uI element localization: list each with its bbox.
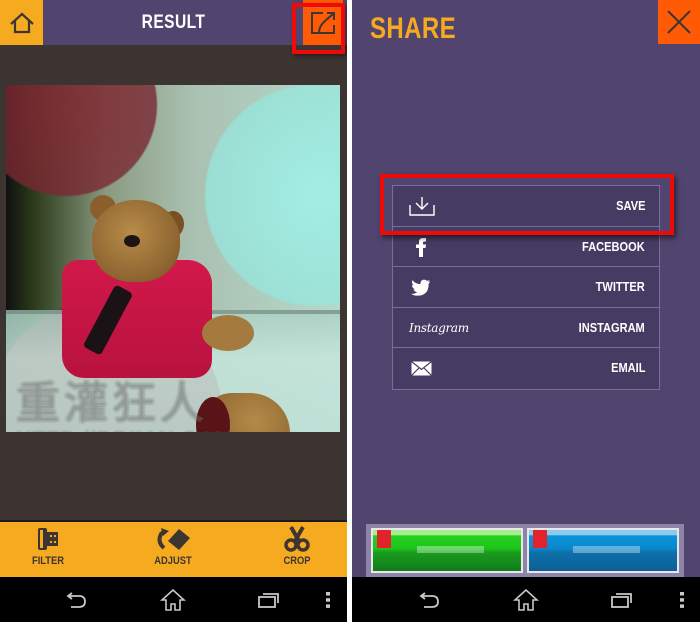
recent-apps-icon — [258, 592, 279, 608]
download-tray-icon — [409, 197, 435, 216]
instagram-label: INSTAGRAM — [578, 319, 645, 335]
page-title: RESULT — [141, 12, 206, 33]
facebook-icon — [416, 237, 426, 257]
instagram-wordmark-icon: Instagram — [409, 320, 469, 335]
ad-obscured-text — [417, 546, 484, 553]
photo-preview-area: 重灌狂人 HTTP://BRIIAN.COM — [0, 45, 347, 520]
home-icon — [9, 12, 34, 33]
nav-home-icon — [160, 588, 186, 611]
green-ad-button[interactable] — [371, 528, 523, 573]
share-item-email[interactable]: EMAIL — [393, 348, 659, 389]
filter-button[interactable]: FILTER — [8, 522, 88, 577]
crop-button[interactable]: CROP — [257, 522, 337, 577]
system-nav-bar — [0, 577, 347, 622]
nav-home-icon — [513, 588, 539, 611]
close-button[interactable] — [658, 0, 700, 44]
overflow-menu-icon — [680, 591, 684, 608]
twitter-label: TWITTER — [595, 279, 645, 294]
share-screen: SHARE SAVE FACEBOOK TWITTER Instagram IN… — [352, 0, 700, 622]
film-roll-icon — [38, 528, 58, 550]
facebook-label: FACEBOOK — [582, 238, 645, 254]
back-icon — [419, 591, 439, 608]
result-header: RESULT — [0, 0, 347, 45]
adjust-label: ADJUST — [154, 555, 192, 567]
blue-ad-button[interactable] — [527, 528, 679, 573]
close-icon — [667, 10, 691, 34]
share-options-list: SAVE FACEBOOK TWITTER Instagram INSTAGRA… — [392, 185, 660, 390]
filter-label: FILTER — [31, 555, 65, 567]
result-photo: 重灌狂人 HTTP://BRIIAN.COM — [6, 85, 340, 432]
scissors-icon — [284, 526, 310, 552]
share-item-instagram[interactable]: Instagram INSTAGRAM — [393, 307, 659, 348]
nav-overflow-button[interactable] — [660, 577, 700, 622]
nav-home-button[interactable] — [151, 577, 195, 622]
crop-label: CROP — [283, 555, 311, 567]
home-button[interactable] — [0, 0, 43, 45]
save-label: SAVE — [615, 198, 645, 213]
recent-apps-icon — [611, 592, 632, 608]
envelope-icon — [411, 360, 432, 376]
share-export-icon — [311, 11, 335, 34]
twitter-bird-icon — [411, 279, 431, 296]
bear-nose — [124, 235, 140, 247]
back-icon — [66, 591, 86, 608]
share-item-facebook[interactable]: FACEBOOK — [393, 226, 659, 267]
nav-overflow-button[interactable] — [306, 577, 347, 622]
nav-recents-button[interactable] — [600, 577, 644, 622]
nav-recents-button[interactable] — [247, 577, 291, 622]
system-nav-bar — [352, 577, 700, 622]
email-label: EMAIL — [610, 360, 645, 375]
nav-back-button[interactable] — [408, 577, 452, 622]
ad-flag-icon — [377, 530, 391, 548]
share-item-twitter[interactable]: TWITTER — [393, 267, 659, 308]
nav-back-button[interactable] — [55, 577, 99, 622]
ad-obscured-text — [573, 546, 640, 553]
adjust-button[interactable]: ADJUST — [133, 522, 213, 577]
share-button[interactable] — [303, 0, 343, 45]
share-item-save[interactable]: SAVE — [393, 186, 659, 227]
result-screen: RESULT 重灌狂人 HTTP://BRIIAN.COM — [0, 0, 347, 622]
share-title: SHARE — [370, 12, 457, 45]
rotate-adjust-icon — [157, 528, 190, 550]
ad-banner[interactable] — [366, 524, 684, 577]
nav-home-button[interactable] — [504, 577, 548, 622]
ad-flag-icon — [533, 530, 547, 548]
overflow-menu-icon — [326, 591, 330, 608]
edit-toolbar: FILTER ADJUST CROP — [0, 520, 347, 577]
bear-arm — [202, 315, 254, 351]
